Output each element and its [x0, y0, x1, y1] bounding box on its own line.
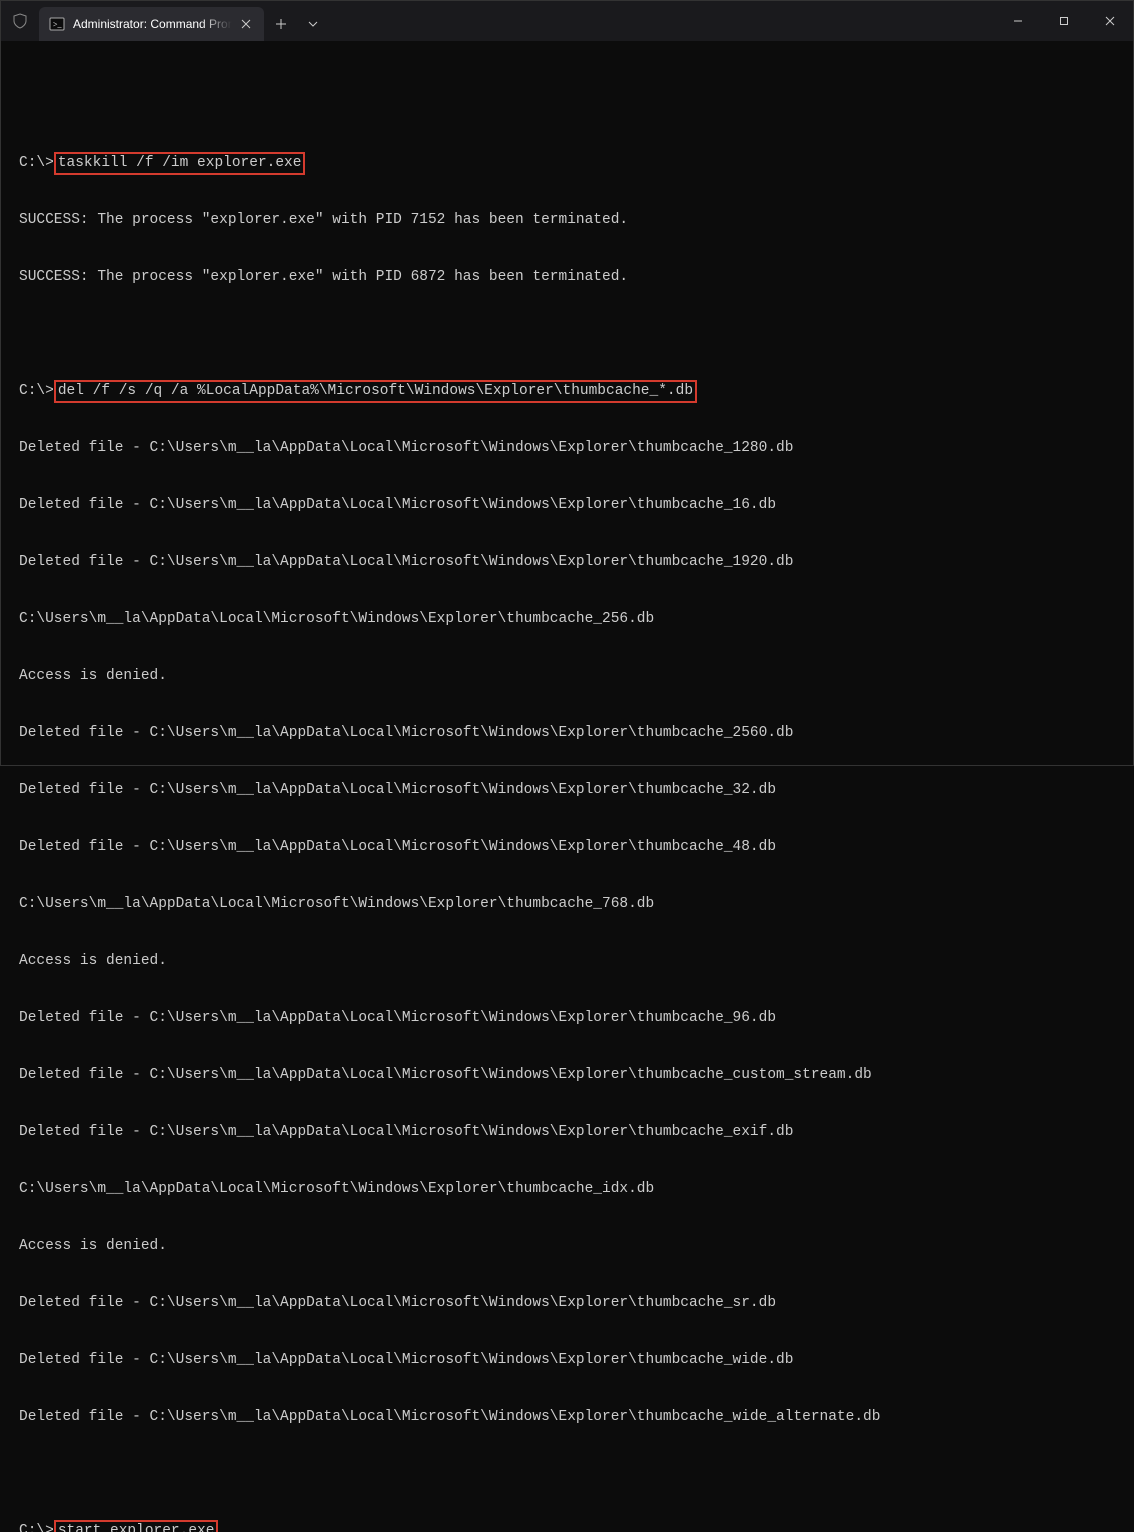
- tab-command-prompt[interactable]: >_ Administrator: Command Prompt: [39, 7, 264, 41]
- svg-text:>_: >_: [53, 20, 63, 29]
- output-line: C:\Users\m__la\AppData\Local\Microsoft\W…: [19, 610, 1115, 629]
- command-highlight: taskkill /f /im explorer.exe: [54, 152, 306, 175]
- output-line: Deleted file - C:\Users\m__la\AppData\Lo…: [19, 1123, 1115, 1142]
- output-line: C:\Users\m__la\AppData\Local\Microsoft\W…: [19, 1180, 1115, 1199]
- tab-dropdown-button[interactable]: [298, 7, 328, 41]
- tab-close-icon[interactable]: [238, 16, 254, 32]
- tab-title: Administrator: Command Prompt: [73, 17, 232, 31]
- prompt: C:\>: [19, 383, 54, 399]
- output-line: C:\Users\m__la\AppData\Local\Microsoft\W…: [19, 895, 1115, 914]
- output-line: Deleted file - C:\Users\m__la\AppData\Lo…: [19, 1294, 1115, 1313]
- output-line: Deleted file - C:\Users\m__la\AppData\Lo…: [19, 781, 1115, 800]
- output-line: Deleted file - C:\Users\m__la\AppData\Lo…: [19, 496, 1115, 515]
- shield-icon: [1, 1, 39, 41]
- close-button[interactable]: [1087, 1, 1133, 41]
- output-line: Deleted file - C:\Users\m__la\AppData\Lo…: [19, 724, 1115, 743]
- output-line: Deleted file - C:\Users\m__la\AppData\Lo…: [19, 1408, 1115, 1427]
- minimize-button[interactable]: [995, 1, 1041, 41]
- output-line: Deleted file - C:\Users\m__la\AppData\Lo…: [19, 1066, 1115, 1085]
- command-highlight: start explorer.exe: [54, 1520, 219, 1532]
- window-controls: [995, 1, 1133, 41]
- output-line: Deleted file - C:\Users\m__la\AppData\Lo…: [19, 1009, 1115, 1028]
- titlebar: >_ Administrator: Command Prompt: [1, 1, 1133, 41]
- output-line: Deleted file - C:\Users\m__la\AppData\Lo…: [19, 553, 1115, 572]
- maximize-button[interactable]: [1041, 1, 1087, 41]
- prompt: C:\>: [19, 155, 54, 171]
- command-highlight: del /f /s /q /a %LocalAppData%\Microsoft…: [54, 380, 697, 403]
- output-line: Deleted file - C:\Users\m__la\AppData\Lo…: [19, 439, 1115, 458]
- output-line: Deleted file - C:\Users\m__la\AppData\Lo…: [19, 1351, 1115, 1370]
- output-line: Access is denied.: [19, 1237, 1115, 1256]
- prompt: C:\>: [19, 1523, 54, 1532]
- new-tab-button[interactable]: [264, 7, 298, 41]
- output-line: SUCCESS: The process "explorer.exe" with…: [19, 268, 1115, 287]
- output-line: Deleted file - C:\Users\m__la\AppData\Lo…: [19, 838, 1115, 857]
- output-line: SUCCESS: The process "explorer.exe" with…: [19, 211, 1115, 230]
- output-line: Access is denied.: [19, 952, 1115, 971]
- output-line: Access is denied.: [19, 667, 1115, 686]
- terminal-output[interactable]: C:\>taskkill /f /im explorer.exe SUCCESS…: [1, 41, 1133, 1532]
- cmd-icon: >_: [49, 16, 65, 32]
